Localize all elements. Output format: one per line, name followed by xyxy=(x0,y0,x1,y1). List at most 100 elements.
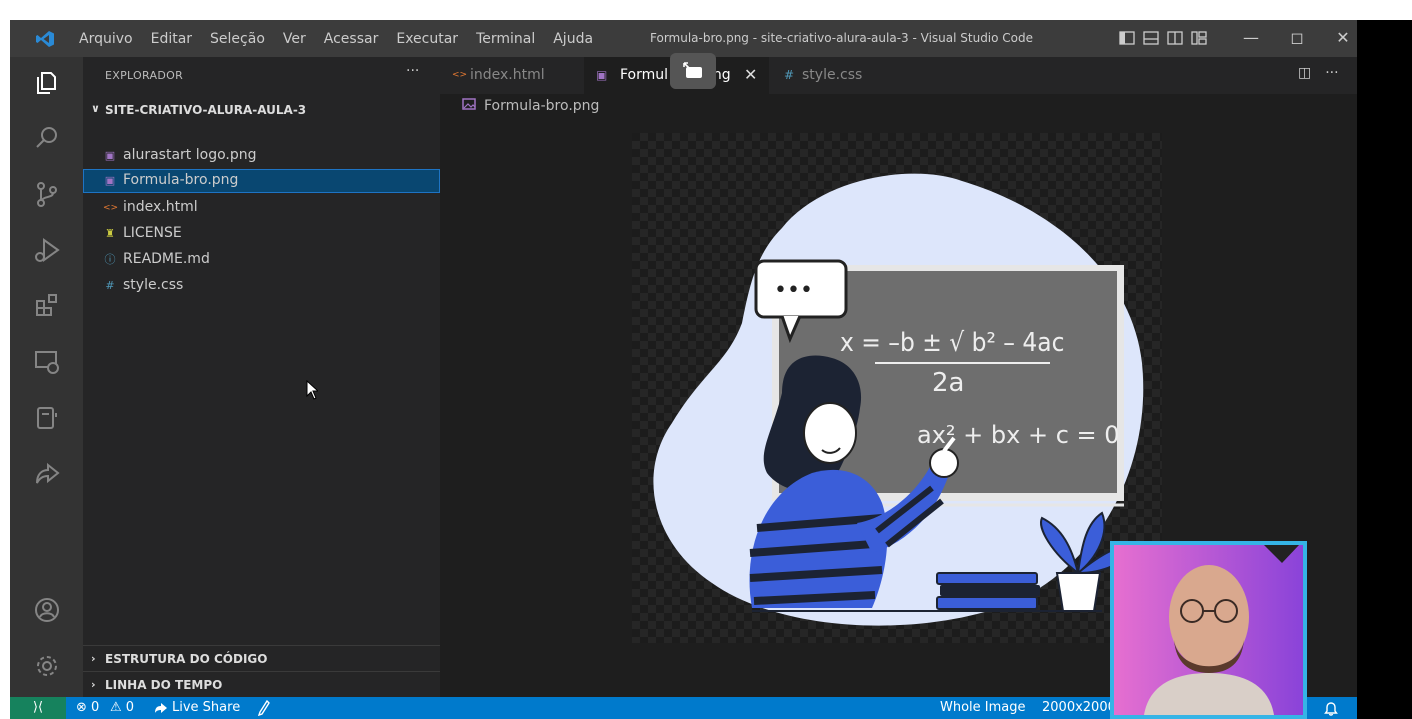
pen-icon[interactable] xyxy=(258,700,270,716)
file-item-license[interactable]: ♜ LICENSE xyxy=(83,222,440,246)
search-icon[interactable] xyxy=(32,123,62,153)
live-share-button[interactable]: Live Share xyxy=(172,700,240,715)
explorer-header: EXPLORADOR xyxy=(105,69,184,82)
breadcrumb-file: Formula-bro.png xyxy=(484,98,600,114)
file-name: style.css xyxy=(123,277,184,293)
minimize-button[interactable]: — xyxy=(1228,26,1274,50)
timeline-section[interactable]: › LINHA DO TEMPO xyxy=(83,671,440,697)
image-icon: ▣ xyxy=(596,68,608,82)
menu-terminal[interactable]: Terminal xyxy=(467,31,544,47)
zoom-mode[interactable]: Whole Image xyxy=(940,700,1026,715)
file-name: LICENSE xyxy=(123,225,182,241)
image-icon xyxy=(462,98,476,110)
presenter-video xyxy=(1114,545,1303,715)
formula-illustration: x = –b ± √ b² – 4ac 2a ax² + bx + c = 0 … xyxy=(653,173,1144,626)
tab-label: index.html xyxy=(470,67,545,83)
explorer-sidebar: EXPLORADOR ··· ∨ SITE-CRIATIVO-ALURA-AUL… xyxy=(83,57,440,697)
tab-style-css[interactable]: # style.css xyxy=(772,57,912,94)
picture-in-picture-icon[interactable] xyxy=(670,53,716,89)
webcam-overlay xyxy=(1110,541,1307,719)
warnings-count[interactable]: ⚠ 0 xyxy=(110,700,134,715)
toggle-sidebar-icon[interactable] xyxy=(1118,29,1136,47)
image-size: 2000x2000 xyxy=(1042,700,1116,715)
run-debug-icon[interactable] xyxy=(32,235,62,265)
editor-actions: ◫ ··· xyxy=(1298,65,1339,81)
split-editor-icon[interactable]: ◫ xyxy=(1298,65,1311,81)
chevron-down-icon: ∨ xyxy=(91,102,100,115)
window-title: Formula-bro.png - site-criativo-alura-au… xyxy=(650,31,1034,45)
plant-pot xyxy=(1055,572,1102,612)
account-icon[interactable] xyxy=(32,595,62,625)
title-bar: Arquivo Editar Seleção Ver Acessar Execu… xyxy=(10,20,1357,57)
mouse-cursor-icon xyxy=(306,380,318,400)
remote-explorer-icon[interactable] xyxy=(32,347,62,377)
speech-bubble-dots: ••• xyxy=(774,278,813,303)
notifications-bell-icon[interactable] xyxy=(1324,700,1338,716)
css-icon: # xyxy=(105,279,115,292)
customize-layout-icon[interactable] xyxy=(1190,29,1208,47)
menu-bar: Arquivo Editar Seleção Ver Acessar Execu… xyxy=(70,20,602,57)
window-controls: — ◻ ✕ xyxy=(1228,26,1357,50)
file-item-formula-bro[interactable]: ▣ Formula-bro.png xyxy=(83,169,440,193)
formula-denominator: 2a xyxy=(932,368,964,398)
activity-bar xyxy=(10,57,83,697)
license-icon: ♜ xyxy=(105,227,115,240)
menu-ajuda[interactable]: Ajuda xyxy=(544,31,602,47)
file-name: README.md xyxy=(123,251,210,267)
notebook-icon[interactable] xyxy=(32,403,62,433)
file-item-index-html[interactable]: <> index.html xyxy=(83,196,440,220)
tab-label: Formul xyxy=(620,67,669,83)
file-item-style-css[interactable]: # style.css xyxy=(83,274,440,298)
face xyxy=(803,402,857,464)
project-folder-header[interactable]: ∨ SITE-CRIATIVO-ALURA-AULA-3 xyxy=(91,99,440,121)
css-icon: # xyxy=(784,68,795,82)
file-item-readme[interactable]: ⓘ README.md xyxy=(83,248,440,272)
menu-acessar[interactable]: Acessar xyxy=(315,31,388,47)
layout-controls xyxy=(1118,29,1208,47)
errors-count[interactable]: ⊗ 0 xyxy=(76,700,99,715)
outline-section[interactable]: › ESTRUTURA DO CÓDIGO xyxy=(83,645,440,671)
quadratic-formula: x = –b ± √ b² – 4ac xyxy=(840,328,1064,358)
breadcrumb[interactable]: Formula-bro.png xyxy=(462,98,599,114)
vscode-logo-icon xyxy=(36,31,54,47)
file-name: alurastart logo.png xyxy=(123,147,257,163)
file-item-alurastart-logo[interactable]: ▣ alurastart logo.png xyxy=(83,144,440,168)
close-tab-icon[interactable]: ✕ xyxy=(744,65,757,84)
html-icon: <> xyxy=(103,203,119,213)
toggle-secondary-sidebar-icon[interactable] xyxy=(1166,29,1184,47)
extensions-icon[interactable] xyxy=(32,291,62,321)
screen-frame: Arquivo Editar Seleção Ver Acessar Execu… xyxy=(0,0,1412,719)
explorer-icon[interactable] xyxy=(32,67,62,97)
menu-ver[interactable]: Ver xyxy=(274,31,315,47)
image-preview[interactable]: x = –b ± √ b² – 4ac 2a ax² + bx + c = 0 … xyxy=(632,133,1162,643)
source-control-icon[interactable] xyxy=(32,179,62,209)
remote-indicator-button[interactable]: ⟩⟨ xyxy=(10,697,66,719)
book xyxy=(936,572,1038,585)
explorer-more-actions-button[interactable]: ··· xyxy=(406,63,419,79)
image-icon: ▣ xyxy=(104,174,116,187)
menu-selecao[interactable]: Seleção xyxy=(201,31,274,47)
live-share-icon[interactable] xyxy=(32,459,62,489)
tab-index-html[interactable]: <> index.html xyxy=(440,57,580,94)
hand xyxy=(929,448,959,478)
close-window-button[interactable]: ✕ xyxy=(1320,26,1357,50)
right-margin xyxy=(1357,20,1412,719)
chevron-right-icon: › xyxy=(91,652,96,665)
editor-tabs: <> index.html ▣ Formul png ✕ # style.css… xyxy=(440,53,1357,94)
info-icon: ⓘ xyxy=(104,253,116,266)
more-actions-icon[interactable]: ··· xyxy=(1325,65,1338,81)
book xyxy=(936,596,1038,610)
menu-arquivo[interactable]: Arquivo xyxy=(70,31,142,47)
tab-label: style.css xyxy=(802,67,863,83)
chevron-right-icon: › xyxy=(91,678,96,691)
timeline-section-title: LINHA DO TEMPO xyxy=(105,678,223,692)
top-margin xyxy=(0,0,1412,20)
file-name: Formula-bro.png xyxy=(123,172,239,188)
html-icon: <> xyxy=(452,70,468,80)
live-share-status-icon xyxy=(155,703,167,713)
toggle-panel-icon[interactable] xyxy=(1142,29,1160,47)
menu-editar[interactable]: Editar xyxy=(142,31,201,47)
restore-button[interactable]: ◻ xyxy=(1274,26,1320,50)
settings-gear-icon[interactable] xyxy=(32,651,62,681)
menu-executar[interactable]: Executar xyxy=(387,31,467,47)
